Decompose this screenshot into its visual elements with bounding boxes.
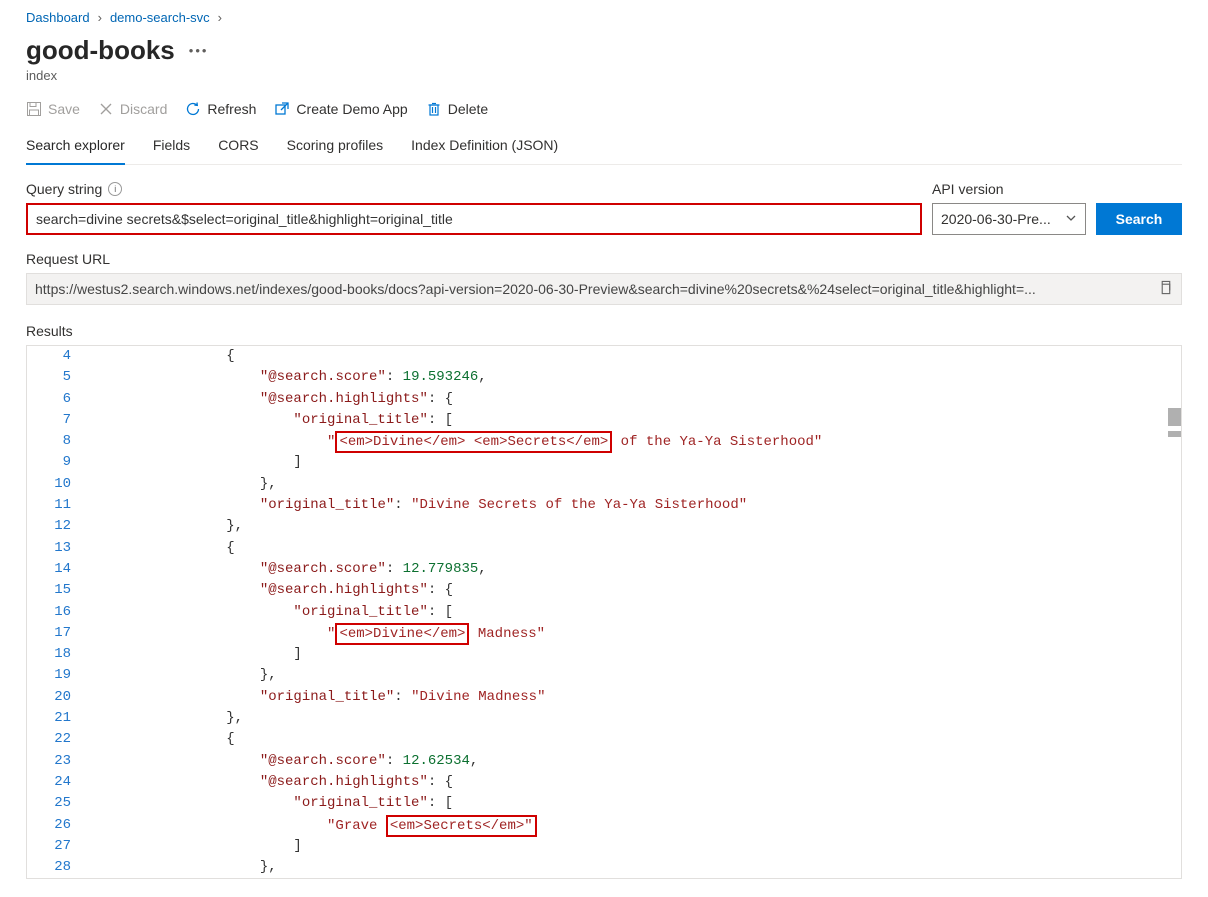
query-label: Query string: [26, 181, 102, 197]
code-line: {: [159, 538, 1181, 559]
query-string-input[interactable]: [26, 203, 922, 235]
discard-button: Discard: [98, 101, 167, 117]
code-line: "original_title": [: [159, 602, 1181, 623]
breadcrumb-dashboard[interactable]: Dashboard: [26, 10, 90, 25]
more-icon[interactable]: •••: [189, 43, 209, 58]
code-line: {: [159, 346, 1181, 367]
highlight-callout: <em>Divine</em> <em>Secrets</em>: [335, 431, 612, 453]
request-url-label: Request URL: [26, 251, 1182, 267]
chevron-down-icon: [1065, 212, 1077, 224]
code-line: ]: [159, 452, 1181, 473]
save-label: Save: [48, 101, 80, 117]
create-demo-button[interactable]: Create Demo App: [274, 101, 407, 117]
api-version-select[interactable]: 2020-06-30-Pre...: [932, 203, 1086, 235]
info-icon[interactable]: i: [108, 182, 122, 196]
refresh-button[interactable]: Refresh: [185, 101, 256, 117]
code-line: "original_title": [: [159, 410, 1181, 431]
code-line: "original_title": "Divine Madness": [159, 687, 1181, 708]
highlight-callout: <em>Secrets</em>": [386, 815, 537, 837]
tab-cors[interactable]: CORS: [218, 131, 258, 165]
code-line: {: [159, 729, 1181, 750]
save-icon: [26, 101, 42, 117]
overview-ruler[interactable]: [1167, 346, 1181, 878]
code-line: "<em>Divine</em> <em>Secrets</em> of the…: [159, 431, 1181, 452]
page-title: good-books: [26, 35, 175, 66]
code-line: },: [159, 857, 1181, 878]
trash-icon: [426, 101, 442, 117]
search-button[interactable]: Search: [1096, 203, 1182, 235]
tab-index-def[interactable]: Index Definition (JSON): [411, 131, 558, 165]
refresh-label: Refresh: [207, 101, 256, 117]
results-editor[interactable]: 4567891011121314151617181920212223242526…: [26, 345, 1182, 879]
api-version-value: 2020-06-30-Pre...: [941, 211, 1051, 227]
code-line: "@search.score": 12.62534,: [159, 751, 1181, 772]
copy-icon: [1158, 280, 1173, 295]
highlight-callout: <em>Divine</em>: [335, 623, 469, 645]
code-line: "<em>Divine</em> Madness": [159, 623, 1181, 644]
tab-scoring[interactable]: Scoring profiles: [287, 131, 384, 165]
code-line: },: [159, 474, 1181, 495]
fold-column: [81, 346, 99, 878]
code-line: "@search.highlights": {: [159, 389, 1181, 410]
chevron-right-icon: ›: [218, 10, 222, 25]
save-button: Save: [26, 101, 80, 117]
code-line: "original_title": "Divine Secrets of the…: [159, 495, 1181, 516]
delete-button[interactable]: Delete: [426, 101, 488, 117]
code-line: },: [159, 708, 1181, 729]
code-line: },: [159, 516, 1181, 537]
delete-label: Delete: [448, 101, 488, 117]
line-number-gutter: 4567891011121314151617181920212223242526…: [27, 346, 81, 878]
create-demo-label: Create Demo App: [296, 101, 407, 117]
code-line: },: [159, 665, 1181, 686]
code-content: { "@search.score": 19.593246, "@search.h…: [159, 346, 1181, 878]
tab-bar: Search explorer Fields CORS Scoring prof…: [26, 131, 1182, 165]
command-bar: Save Discard Refresh Create Demo App Del…: [26, 101, 1182, 117]
request-url-box: https://westus2.search.windows.net/index…: [26, 273, 1182, 305]
decoration-column: [99, 346, 159, 878]
discard-label: Discard: [120, 101, 167, 117]
code-line: "@search.highlights": {: [159, 772, 1181, 793]
close-icon: [98, 101, 114, 117]
breadcrumb: Dashboard › demo-search-svc ›: [26, 10, 1182, 25]
code-line: "@search.score": 19.593246,: [159, 367, 1181, 388]
tab-search-explorer[interactable]: Search explorer: [26, 131, 125, 165]
chevron-right-icon: ›: [98, 10, 102, 25]
copy-button[interactable]: [1158, 280, 1173, 298]
code-line: "original_title": [: [159, 793, 1181, 814]
tab-fields[interactable]: Fields: [153, 131, 190, 165]
request-url-text: https://westus2.search.windows.net/index…: [35, 281, 1150, 297]
page-subtitle: index: [26, 68, 1182, 83]
code-line: "Grave <em>Secrets</em>": [159, 815, 1181, 836]
code-line: ]: [159, 836, 1181, 857]
results-label: Results: [26, 323, 1182, 339]
code-line: "@search.score": 12.779835,: [159, 559, 1181, 580]
code-line: "@search.highlights": {: [159, 580, 1181, 601]
breadcrumb-service[interactable]: demo-search-svc: [110, 10, 210, 25]
api-version-label: API version: [932, 181, 1004, 197]
open-external-icon: [274, 101, 290, 117]
refresh-icon: [185, 101, 201, 117]
code-line: ]: [159, 644, 1181, 665]
